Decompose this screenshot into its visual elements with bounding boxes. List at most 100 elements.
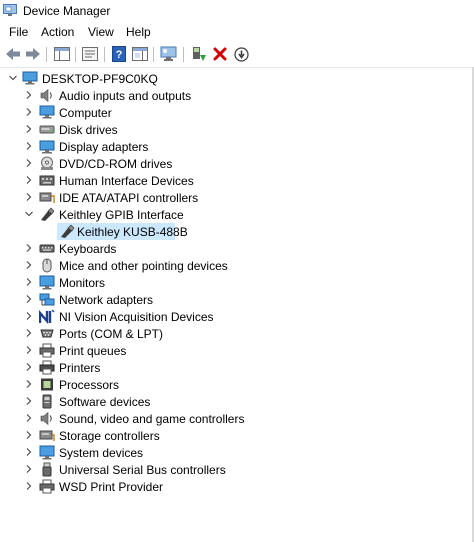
- tree-category[interactable]: Keyboards: [0, 240, 474, 257]
- tree-category[interactable]: Network adapters: [0, 291, 474, 308]
- expand-chevron-icon[interactable]: [24, 141, 34, 151]
- menu-help[interactable]: Help: [126, 25, 151, 39]
- expand-chevron-icon[interactable]: [24, 294, 34, 304]
- tree-category-label: Printers: [59, 361, 101, 375]
- expand-chevron-icon[interactable]: [24, 260, 34, 270]
- expand-chevron-icon[interactable]: [24, 464, 34, 474]
- show-hide-console-tree-icon[interactable]: [53, 45, 71, 63]
- tree-category[interactable]: Sound, video and game controllers: [0, 410, 474, 427]
- expand-chevron-icon[interactable]: [24, 379, 34, 389]
- tree-category[interactable]: Display adapters: [0, 138, 474, 155]
- computer-icon: [39, 105, 55, 119]
- expand-chevron-icon[interactable]: [24, 277, 34, 287]
- update-driver-icon[interactable]: [190, 45, 208, 63]
- uninstall-icon[interactable]: [211, 45, 229, 63]
- tree-category[interactable]: Print queues: [0, 342, 474, 359]
- tree-category[interactable]: Monitors: [0, 274, 474, 291]
- expand-chevron-icon[interactable]: [24, 90, 34, 100]
- tree-category[interactable]: Processors: [0, 376, 474, 393]
- tree-category-label: Keyboards: [59, 242, 117, 256]
- expand-chevron-icon[interactable]: [24, 158, 34, 168]
- disk-drive-icon: [39, 125, 55, 134]
- expand-chevron-icon[interactable]: [24, 430, 34, 440]
- tree-category-label: IDE ATA/ATAPI controllers: [59, 191, 199, 205]
- expand-chevron-icon[interactable]: [24, 124, 34, 134]
- svg-text:?: ?: [116, 49, 123, 61]
- collapse-chevron-icon[interactable]: [8, 73, 18, 83]
- tree-category-label: WSD Print Provider: [59, 480, 164, 494]
- tree-category-label: Display adapters: [59, 140, 149, 154]
- scan-hardware-icon[interactable]: [160, 45, 178, 63]
- help-icon[interactable]: ?: [110, 45, 128, 63]
- tree-category[interactable]: Ports (COM & LPT): [0, 325, 474, 342]
- tree-category-label: Human Interface Devices: [59, 174, 194, 188]
- storage-controller-icon: [39, 430, 55, 441]
- tree-category[interactable]: IDE ATA/ATAPI controllers: [0, 189, 474, 206]
- tree-root[interactable]: DESKTOP-PF9C0KQ: [0, 70, 474, 87]
- toolbar-separator: [183, 47, 184, 62]
- expand-chevron-icon[interactable]: [24, 362, 34, 372]
- expand-chevron-icon[interactable]: [24, 396, 34, 406]
- menu-view[interactable]: View: [88, 25, 114, 39]
- menu-action[interactable]: Action: [41, 25, 74, 39]
- hid-icon: [39, 175, 55, 186]
- expand-chevron-icon[interactable]: [24, 175, 34, 185]
- speaker-icon: [40, 88, 52, 103]
- expand-chevron-icon[interactable]: [24, 345, 34, 355]
- tree-category[interactable]: Computer: [0, 104, 474, 121]
- tree-category[interactable]: System devices: [0, 444, 474, 461]
- tree-category[interactable]: Disk drives: [0, 121, 474, 138]
- software-device-icon: [42, 394, 52, 409]
- tree-category-expanded[interactable]: Keithley GPIB Interface: [0, 206, 474, 223]
- system-device-icon: [39, 445, 55, 460]
- forward-arrow-icon[interactable]: [24, 45, 42, 63]
- expand-chevron-icon[interactable]: [24, 413, 34, 423]
- expand-chevron-icon[interactable]: [24, 447, 34, 457]
- dvd-drive-icon: [41, 156, 53, 170]
- expand-chevron-icon[interactable]: [24, 481, 34, 491]
- tree-category[interactable]: Mice and other pointing devices: [0, 257, 474, 274]
- expand-chevron-icon[interactable]: [24, 328, 34, 338]
- expand-chevron-icon[interactable]: [24, 243, 34, 253]
- toolbar-separator: [153, 47, 154, 62]
- tree-category-label: NI Vision Acquisition Devices: [59, 310, 214, 324]
- tree-category-label: Mice and other pointing devices: [59, 259, 228, 273]
- expand-chevron-icon[interactable]: [24, 311, 34, 321]
- wsd-print-provider-icon: [39, 479, 55, 494]
- sound-controller-icon: [40, 411, 52, 426]
- menu-file[interactable]: File: [9, 25, 28, 39]
- tree-category-label: Ports (COM & LPT): [59, 327, 164, 341]
- tree-category[interactable]: Printers: [0, 359, 474, 376]
- tree-category-label: Computer: [59, 106, 112, 120]
- tree-category[interactable]: Human Interface Devices: [0, 172, 474, 189]
- tree-category[interactable]: Universal Serial Bus controllers: [0, 461, 474, 478]
- mouse-icon: [42, 258, 52, 273]
- back-arrow-icon[interactable]: [4, 45, 22, 63]
- tree-category[interactable]: Software devices: [0, 393, 474, 410]
- tree-category[interactable]: NI Vision Acquisition Devices: [0, 308, 474, 325]
- tree-category[interactable]: Audio inputs and outputs: [0, 87, 474, 104]
- menu-bar: File Action View Help: [0, 22, 474, 41]
- tree-category-label: System devices: [59, 446, 144, 460]
- tree-category[interactable]: WSD Print Provider: [0, 478, 474, 495]
- tree-device-selected[interactable]: Keithley KUSB-488B: [0, 223, 474, 240]
- tree-category-label: Storage controllers: [59, 429, 160, 443]
- expand-chevron-icon[interactable]: [24, 107, 34, 117]
- device-tree: DESKTOP-PF9C0KQ Audio inputs and outputs…: [0, 67, 474, 542]
- action-pane-icon[interactable]: [131, 45, 149, 63]
- window-title: Device Manager: [23, 4, 111, 18]
- port-icon: [40, 329, 54, 338]
- disable-device-icon[interactable]: [232, 45, 250, 63]
- tree-category-label: Print queues: [59, 344, 127, 358]
- collapse-chevron-icon[interactable]: [24, 209, 34, 219]
- expand-chevron-icon[interactable]: [24, 192, 34, 202]
- tree-category[interactable]: DVD/CD-ROM drives: [0, 155, 474, 172]
- toolbar-separator: [75, 47, 76, 62]
- usb-icon: [42, 462, 52, 477]
- display-adapter-icon: [39, 140, 55, 154]
- properties-icon[interactable]: [81, 45, 99, 63]
- printer-icon: [39, 360, 55, 375]
- tree-category[interactable]: Storage controllers: [0, 427, 474, 444]
- tree-category-label: Software devices: [59, 395, 151, 409]
- keyboard-icon: [39, 244, 55, 253]
